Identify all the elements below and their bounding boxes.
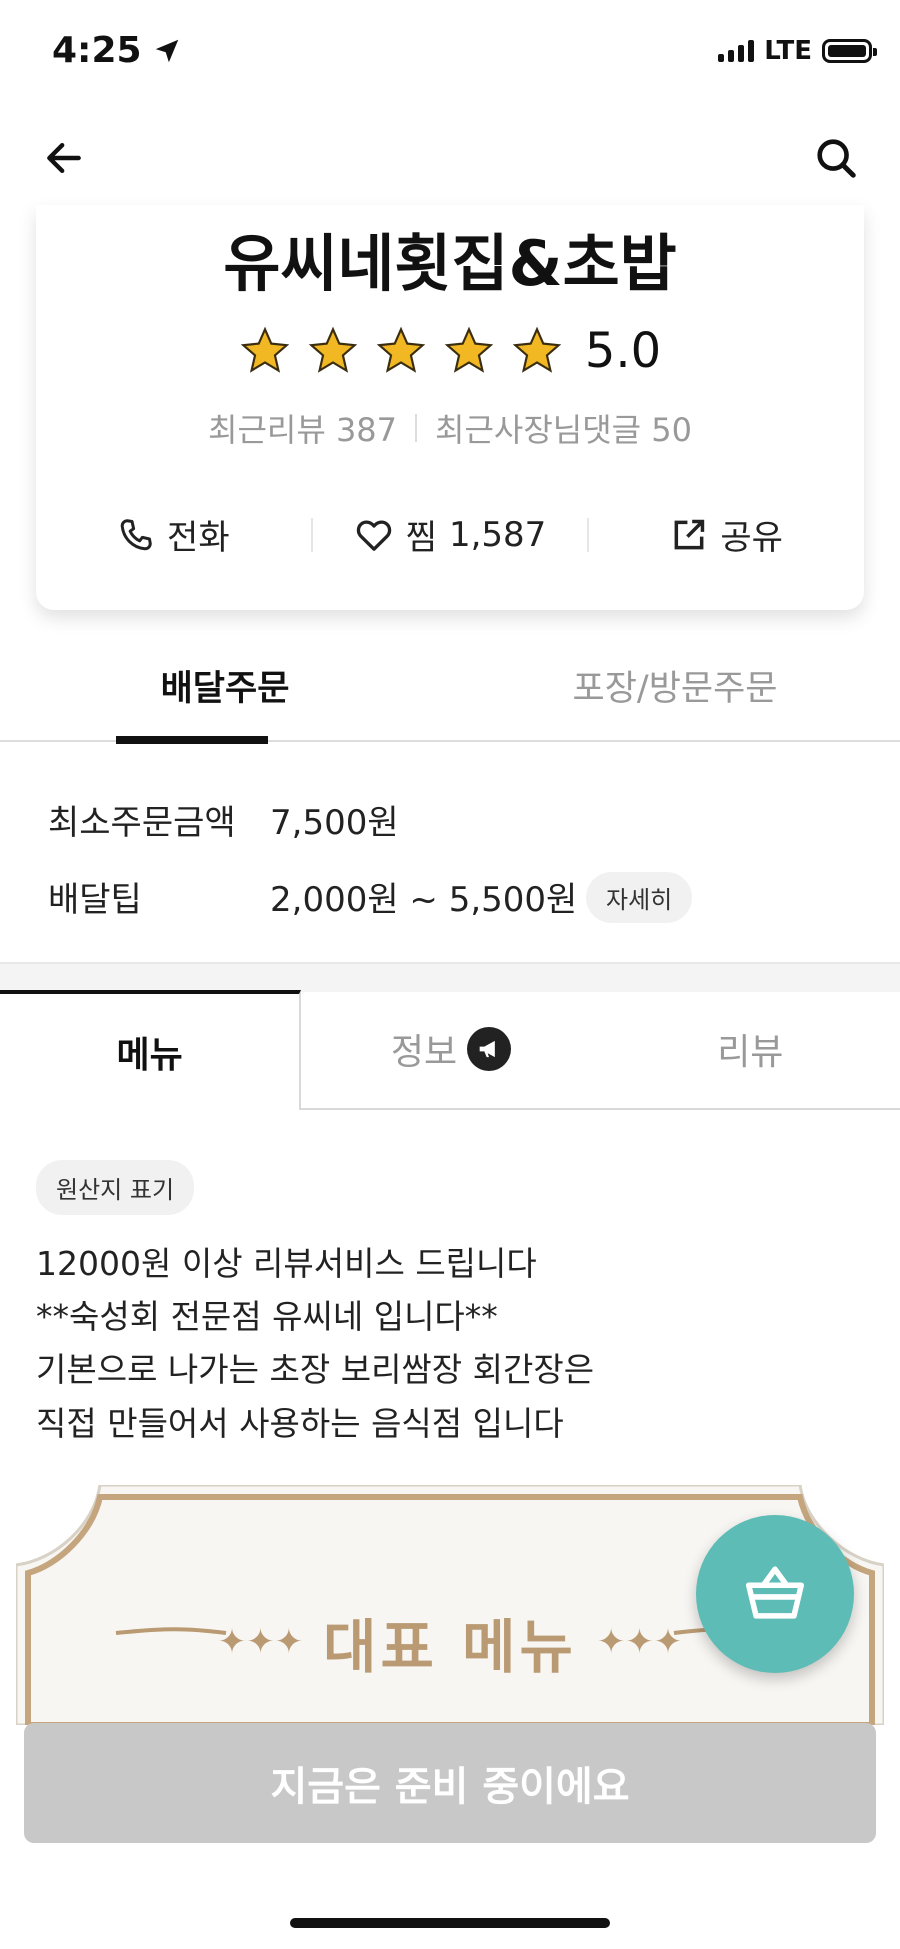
owner-replies-count: 50 [651,411,692,449]
order-type-tabs: 배달주문 포장/방문주문 [0,660,900,744]
delivery-tip-value: 2,000원 ~ 5,500원 [270,880,578,920]
star-icon [308,326,358,373]
stats-divider [415,414,418,442]
signal-icon [718,40,755,62]
store-name: 유씨네횟집&초밥 [223,227,677,300]
call-button[interactable]: 전화 [36,510,311,559]
search-icon [817,139,856,178]
status-indicators: LTE [718,36,877,66]
network-label: LTE [764,36,812,66]
home-indicator[interactable] [290,1918,610,1928]
tab-delivery-order[interactable]: 배달주문 [0,660,450,744]
min-order-value: 7,500원 [270,803,399,843]
share-label: 공유 [720,518,783,558]
arrow-left-icon [47,142,81,174]
min-order-label: 최소주문금액 [48,803,236,843]
basket-icon [745,1566,805,1619]
recent-reviews-label: 최근리뷰 [208,411,326,449]
store-actions: 전화 찜 1,587 공유 [36,510,864,559]
tab-info-label: 정보 [390,1032,458,1073]
location-arrow-icon [155,39,178,62]
battery-icon [822,39,877,63]
notice-line-3: 기본으로 나가는 초장 보리쌈장 회간장은 [36,1350,595,1389]
tab-menu-label: 메뉴 [116,1035,183,1076]
section-divider [0,962,900,992]
favorite-label: 찜 [405,518,437,558]
ornament-right-icon: ✦✦✦ [596,1622,683,1662]
delivery-tip-label: 배달팁 [48,880,142,920]
back-button[interactable] [36,130,92,186]
cart-button[interactable] [696,1515,854,1673]
star-icon [512,326,562,373]
notice-line-1: 12000원 이상 리뷰서비스 드립니다 [36,1244,537,1283]
store-card: 유씨네횟집&초밥 5.0 최근리뷰 387 최근사장님댓글 50 전화 찜 1,… [36,205,864,610]
call-label: 전화 [167,518,230,558]
status-time: 4:25 [52,30,182,71]
origin-label-button[interactable]: 원산지 표기 [36,1160,195,1215]
favorite-count: 1,587 [448,514,547,555]
star-icon [376,326,426,373]
search-button[interactable] [808,130,864,186]
star-icon [444,326,494,373]
phone-icon [120,518,152,550]
rating-row: 5.0 [36,323,864,379]
recent-reviews-count: 387 [335,411,398,449]
ornament-left-icon: ✦✦✦ [217,1622,304,1662]
notice-line-2: **숙성회 전문점 유씨네 입니다** [36,1297,498,1336]
tab-info[interactable]: 정보 [301,990,601,1110]
banner-title: 대표 메뉴 [323,1613,577,1681]
share-icon [674,519,705,549]
tab-menu[interactable]: 메뉴 [0,990,302,1110]
delivery-tip-detail-button[interactable]: 자세히 [586,872,693,923]
heart-icon [356,519,391,551]
preparing-button[interactable]: 지금은 준비 중이에요 [24,1723,876,1843]
owner-replies-label: 최근사장님댓글 [435,411,642,449]
star-icon [240,326,290,373]
favorite-button[interactable]: 찜 1,587 [313,510,588,559]
status-time-text: 4:25 [52,30,142,71]
review-stats: 최근리뷰 387 최근사장님댓글 50 [36,405,864,451]
tab-pickup-order[interactable]: 포장/방문주문 [450,660,900,740]
owner-replies[interactable]: 최근사장님댓글 50 [435,405,692,451]
tab-reviews-label: 리뷰 [717,1032,784,1073]
notice-line-4: 직접 만들어서 사용하는 음식점 입니다 [36,1404,564,1443]
share-button[interactable]: 공유 [589,510,864,559]
tab-reviews[interactable]: 리뷰 [600,990,900,1110]
rating-value: 5.0 [584,323,662,379]
megaphone-icon [467,1027,512,1071]
content-tabs: 메뉴 정보 리뷰 [0,990,900,1110]
recent-reviews[interactable]: 최근리뷰 387 [208,405,397,451]
